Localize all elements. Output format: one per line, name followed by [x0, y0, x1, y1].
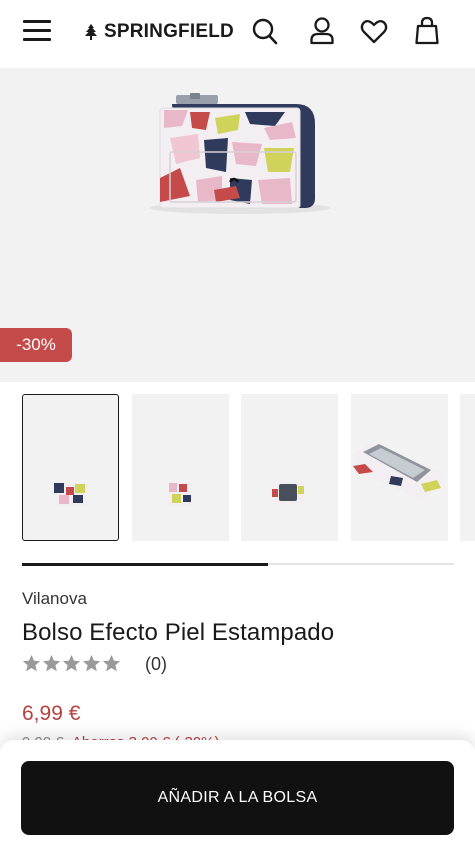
search-icon[interactable]: [251, 16, 279, 46]
rating-count[interactable]: (0): [145, 654, 167, 675]
thumbnail-5[interactable]: [460, 394, 475, 541]
thumbnail-3[interactable]: [241, 394, 338, 541]
thumbnail-4[interactable]: [351, 394, 448, 541]
current-price: 6,99 €: [22, 702, 81, 725]
wishlist-icon[interactable]: [360, 16, 388, 46]
star-icon: [22, 654, 41, 672]
sticky-cta-bar: AÑADIR A LA BOLSA: [0, 740, 475, 859]
thumbnail-2[interactable]: [132, 394, 229, 541]
star-icon: [102, 654, 121, 672]
gallery-scrollbar-thumb[interactable]: [22, 562, 269, 566]
product-brand: Vilanova: [22, 589, 87, 608]
logo-tree-icon: [85, 24, 97, 40]
star-icon: [42, 654, 61, 672]
rating-stars[interactable]: [22, 654, 121, 673]
gallery-scrollbar[interactable]: [22, 562, 454, 566]
discount-badge: -30%: [0, 328, 72, 362]
bag-icon[interactable]: [413, 16, 441, 46]
add-to-bag-button[interactable]: AÑADIR A LA BOLSA: [21, 761, 454, 835]
product-title: Bolso Efecto Piel Estampado: [22, 619, 335, 646]
thumbnail-gallery: [22, 394, 475, 542]
brand-name: SPRINGFIELD: [104, 21, 234, 42]
star-icon: [82, 654, 101, 672]
product-main-image[interactable]: -30%: [0, 68, 475, 382]
menu-icon[interactable]: [23, 20, 51, 42]
brand-logo[interactable]: SPRINGFIELD: [82, 19, 234, 45]
star-icon: [62, 654, 81, 672]
thumbnail-1[interactable]: [22, 394, 119, 541]
site-header: SPRINGFIELD: [0, 0, 475, 68]
account-icon[interactable]: [308, 16, 336, 46]
